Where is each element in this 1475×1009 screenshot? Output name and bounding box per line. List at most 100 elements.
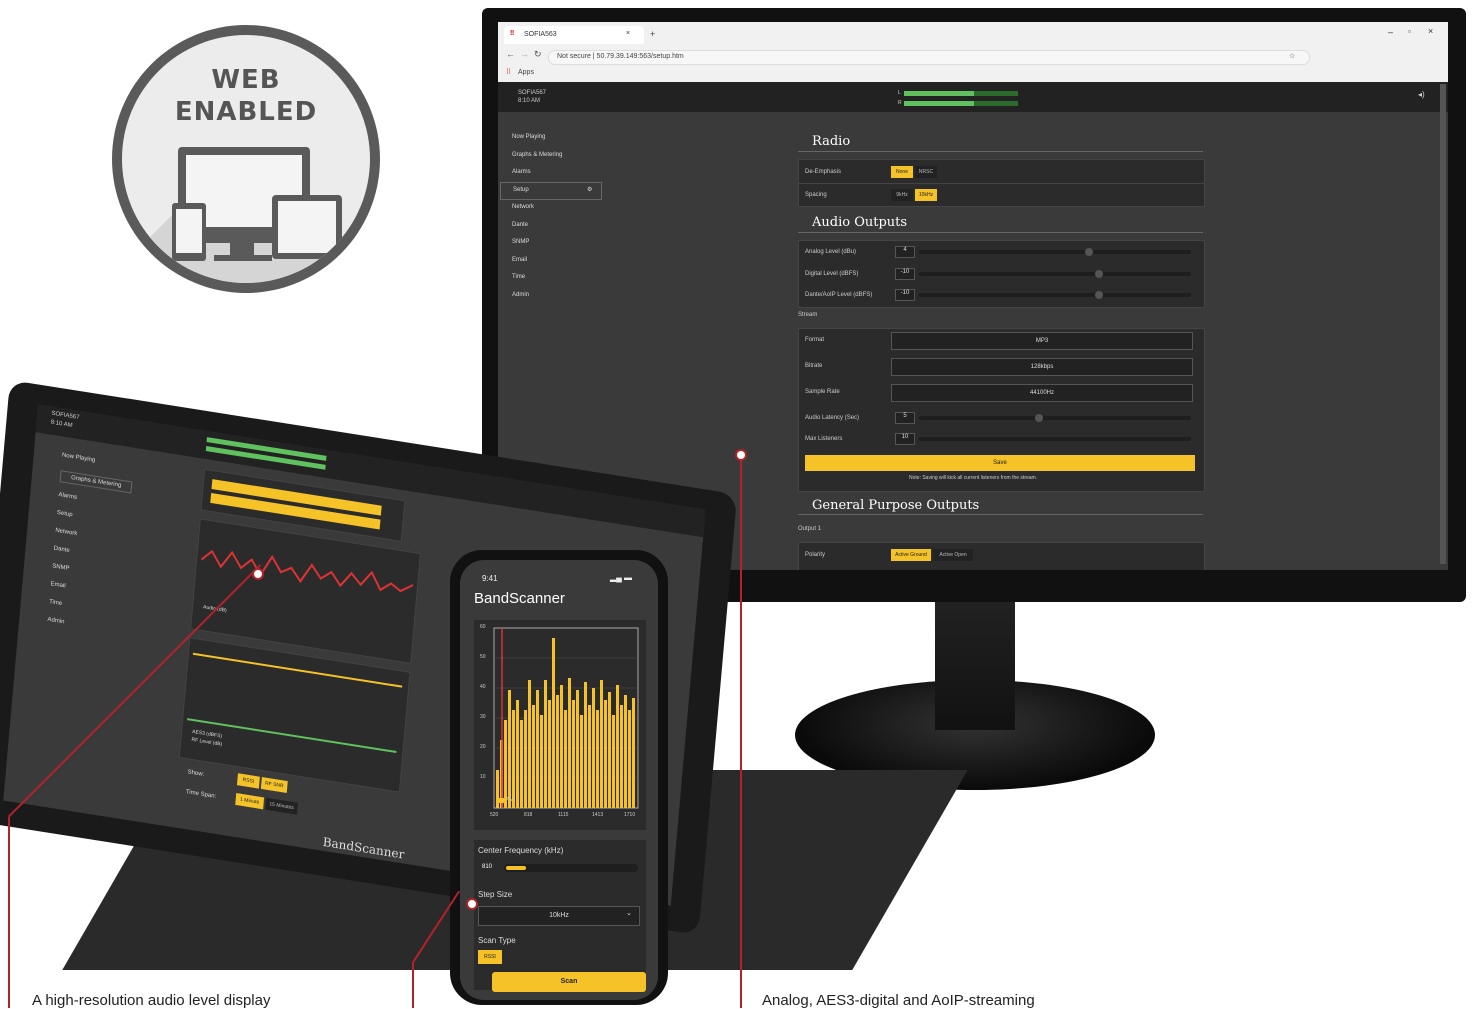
maximize-icon[interactable]: ▫ <box>1408 27 1411 36</box>
audio-waveform <box>200 549 414 593</box>
rf-graph: AES3 (dBFS) RF Level (dB) <box>178 637 411 793</box>
phone-app-title: BandScanner <box>474 590 565 607</box>
chevron-down-icon: ⌄ <box>626 910 632 917</box>
spacing-10khz-button[interactable]: 10kHz <box>915 189 937 201</box>
dante-level-slider[interactable] <box>919 293 1191 297</box>
gpo-panel: Polarity Active Ground Active Open <box>798 542 1205 570</box>
scan-chart-card: 60 50 40 30 20 10 520 818 1115 1413 1710… <box>474 620 646 830</box>
digital-level-slider[interactable] <box>919 272 1191 276</box>
max-listeners-input[interactable]: 10 <box>895 433 915 445</box>
sidebar-item-network[interactable]: Network <box>512 204 534 210</box>
de-emphasis-nrsc-button[interactable]: NRSC <box>915 166 937 178</box>
tab-close-icon[interactable]: × <box>626 30 630 37</box>
sidebar-item-label: Setup <box>513 187 529 193</box>
audio-outputs-title: Audio Outputs <box>812 215 908 230</box>
apps-grid-icon[interactable]: ⠿ <box>506 68 511 76</box>
max-listeners-slider[interactable] <box>919 437 1191 441</box>
tablet-sidebar-now-playing[interactable]: Now Playing <box>62 452 96 463</box>
show-rf-snr-button[interactable]: RF SNR <box>260 777 288 793</box>
sidebar-item-snmp[interactable]: SNMP <box>512 239 529 245</box>
divider <box>798 514 1203 515</box>
new-tab-icon[interactable]: + <box>650 29 655 39</box>
tablet-sidebar-time[interactable]: Time <box>49 599 63 607</box>
callout-line-left <box>8 817 10 1008</box>
legend-swatch <box>498 798 504 803</box>
x-tick-1710: 1710 <box>624 812 636 818</box>
de-emphasis-none-button[interactable]: None <box>891 166 913 178</box>
meter-track-l <box>974 91 1018 96</box>
y-tick-50: 50 <box>480 654 486 660</box>
analog-level-input[interactable]: 4 <box>895 246 915 258</box>
polarity-label: Polarity <box>805 552 826 558</box>
scan-button[interactable]: Scan <box>492 972 646 992</box>
save-button[interactable]: Save <box>805 455 1195 471</box>
apps-bookmark[interactable]: Apps <box>518 69 534 76</box>
sidebar-item-dante[interactable]: Dante <box>512 222 528 228</box>
span-15-minutes-button[interactable]: 15 Minutes <box>265 797 299 815</box>
max-listeners-label: Max Listeners <box>805 436 843 442</box>
audio-latency-label: Audio Latency (Sec) <box>805 415 860 421</box>
speaker-icon[interactable]: ◂) <box>1418 90 1425 99</box>
reload-icon[interactable]: ↻ <box>534 49 542 60</box>
bitrate-select[interactable]: 128kbps <box>891 358 1193 376</box>
browser-tab[interactable]: ‼ SOFIA563 × <box>504 26 644 44</box>
back-icon[interactable]: ← <box>506 49 515 59</box>
device-time: 8:10 AM <box>518 98 541 104</box>
step-size-select[interactable]: 10kHz <box>478 906 640 926</box>
audio-latency-slider[interactable] <box>919 416 1191 420</box>
tablet-sidebar-network[interactable]: Network <box>55 528 77 537</box>
bookmark-star-icon[interactable]: ☆ <box>1289 52 1295 60</box>
sidebar-item-alarms[interactable]: Alarms <box>512 169 531 175</box>
app-header: SOFIA567 8:10 AM L R ◂) <box>498 82 1448 112</box>
format-select[interactable]: MP3 <box>891 332 1193 350</box>
audio-latency-input[interactable]: 5 <box>895 412 915 424</box>
dante-level-input[interactable]: -10 <box>895 289 915 301</box>
digital-level-input[interactable]: -10 <box>895 268 915 280</box>
meter-bar-r <box>904 101 974 106</box>
browser-chrome: ‼ SOFIA563 × + – ▫ × ← → ↻ Not secure | … <box>498 22 1448 82</box>
sidebar-item-email[interactable]: Email <box>512 257 527 263</box>
divider <box>799 183 1204 184</box>
sidebar-item-admin[interactable]: Admin <box>512 292 529 298</box>
tablet-sidebar-graphs[interactable]: Graphs & Metering <box>59 470 133 494</box>
x-tick-1115: 1115 <box>558 812 569 818</box>
meter-track-r <box>974 101 1018 106</box>
tablet-sidebar-dante[interactable]: Dante <box>53 546 69 554</box>
forward-icon[interactable]: → <box>520 49 529 59</box>
scan-type-rssi-button[interactable]: RSSI <box>478 950 502 964</box>
tablet-sidebar-snmp[interactable]: SNMP <box>52 563 70 572</box>
sample-rate-select[interactable]: 44100Hz <box>891 384 1193 402</box>
dante-slider-handle[interactable] <box>1095 291 1103 299</box>
badge-line-1: WEB <box>211 65 281 95</box>
address-bar[interactable]: Not secure | 50.79.39.149:563/setup.htm … <box>548 50 1310 65</box>
tablet-sidebar: Now Playing Graphs & Metering Alarms Set… <box>22 446 168 762</box>
main-setup: Radio De-Emphasis None NRSC Spacing 9kHz… <box>798 122 1208 570</box>
spacing-label: Spacing <box>805 192 827 198</box>
close-window-icon[interactable]: × <box>1428 26 1433 36</box>
latency-slider-handle[interactable] <box>1035 414 1043 422</box>
digital-slider-handle[interactable] <box>1095 270 1103 278</box>
radio-title: Radio <box>812 134 851 149</box>
tablet-sidebar-alarms[interactable]: Alarms <box>58 492 77 501</box>
monitor-stand <box>935 600 1015 730</box>
sidebar-item-now-playing[interactable]: Now Playing <box>512 134 545 140</box>
sidebar-item-graphs[interactable]: Graphs & Metering <box>512 152 562 158</box>
tablet-sidebar-admin[interactable]: Admin <box>47 617 64 626</box>
y-tick-20: 20 <box>480 744 486 750</box>
span-1-minute-button[interactable]: 1 Minute <box>235 793 265 810</box>
page-scrollbar[interactable] <box>1440 84 1446 564</box>
spacing-9khz-button[interactable]: 9kHz <box>891 189 913 201</box>
show-rssi-button[interactable]: RSSI <box>236 773 260 789</box>
web-enabled-badge: WEB ENABLED <box>112 25 380 293</box>
tablet-sidebar-setup[interactable]: Setup <box>57 510 73 518</box>
sidebar-item-time[interactable]: Time <box>512 274 525 280</box>
polarity-active-open-button[interactable]: Active Open <box>933 549 973 561</box>
tablet-sidebar-email[interactable]: Email <box>50 581 65 589</box>
analog-slider-handle[interactable] <box>1085 248 1093 256</box>
analog-level-slider[interactable] <box>919 250 1191 254</box>
sidebar-item-setup[interactable]: Setup ⚙ <box>500 182 602 200</box>
stream-heading: Stream <box>798 312 818 318</box>
polarity-active-ground-button[interactable]: Active Ground <box>891 549 931 561</box>
minimize-icon[interactable]: – <box>1388 27 1393 37</box>
signal-battery-icon: ▂▄ ▬ <box>610 573 633 582</box>
